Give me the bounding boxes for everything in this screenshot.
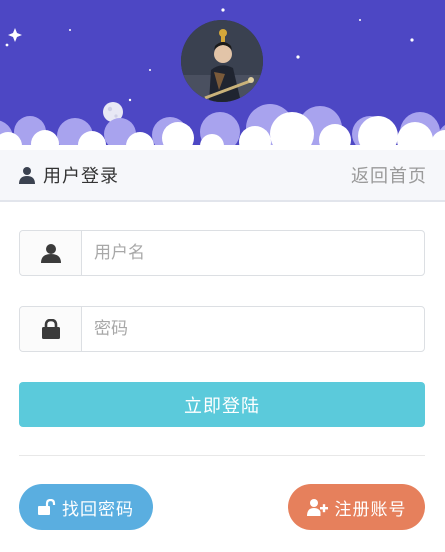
add-user-icon — [306, 499, 328, 516]
login-form — [19, 230, 425, 352]
user-icon — [19, 167, 35, 184]
divider — [19, 455, 425, 456]
avatar-image — [181, 20, 263, 102]
back-home-link[interactable]: 返回首页 — [351, 162, 427, 188]
page-header: 用户登录 返回首页 — [0, 150, 445, 202]
unlock-icon — [38, 499, 56, 515]
page-title: 用户登录 — [43, 166, 119, 187]
login-button[interactable]: 立即登陆 — [19, 382, 425, 427]
username-field-group — [19, 230, 425, 276]
password-field-group — [19, 306, 425, 352]
lock-icon — [41, 319, 60, 339]
find-password-button[interactable]: 找回密码 — [19, 484, 153, 530]
password-input[interactable] — [82, 307, 424, 351]
header-title-group: 用户登录 — [19, 162, 119, 188]
register-label: 注册账号 — [334, 499, 407, 520]
header-banner — [0, 0, 445, 150]
register-button[interactable]: 注册账号 — [288, 484, 425, 530]
star-icon — [8, 28, 22, 42]
avatar — [181, 20, 263, 102]
password-addon — [20, 307, 82, 351]
user-icon — [40, 244, 61, 263]
username-addon — [20, 231, 82, 275]
find-password-label: 找回密码 — [62, 499, 134, 520]
username-input[interactable] — [82, 231, 424, 275]
